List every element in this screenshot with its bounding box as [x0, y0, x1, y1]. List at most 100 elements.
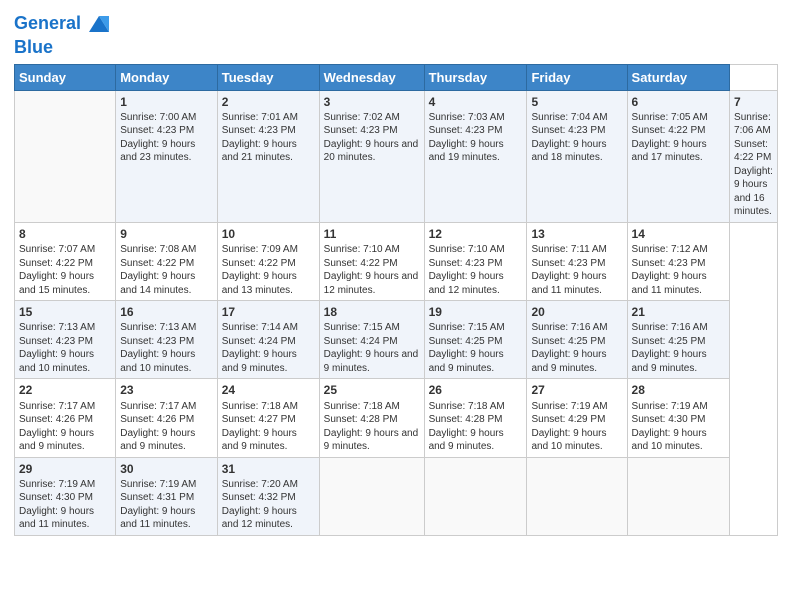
sunrise-label: Sunrise: 7:00 AM: [120, 112, 196, 123]
calendar-day-cell: 14Sunrise: 7:12 AMSunset: 4:23 PMDayligh…: [627, 222, 730, 300]
daylight-label: Daylight: 9 hours and 11 minutes.: [19, 506, 94, 531]
sunrise-label: Sunrise: 7:15 AM: [429, 322, 505, 333]
sunrise-label: Sunrise: 7:19 AM: [632, 401, 708, 412]
calendar-day-cell: [424, 457, 527, 535]
calendar-day-cell: 25Sunrise: 7:18 AMSunset: 4:28 PMDayligh…: [319, 379, 424, 457]
calendar-day-cell: 11Sunrise: 7:10 AMSunset: 4:22 PMDayligh…: [319, 222, 424, 300]
daylight-label: Daylight: 9 hours and 9 minutes.: [531, 349, 606, 374]
sunrise-label: Sunrise: 7:14 AM: [222, 322, 298, 333]
sunset-label: Sunset: 4:25 PM: [632, 336, 706, 347]
daylight-label: Daylight: 9 hours and 12 minutes.: [324, 271, 419, 296]
sunset-label: Sunset: 4:26 PM: [120, 414, 194, 425]
daylight-label: Daylight: 9 hours and 11 minutes.: [531, 271, 606, 296]
sunset-label: Sunset: 4:23 PM: [531, 125, 605, 136]
daylight-label: Daylight: 9 hours and 11 minutes.: [120, 506, 195, 531]
empty-cell: [15, 90, 116, 222]
day-number: 27: [531, 382, 622, 398]
calendar-day-header: Tuesday: [217, 64, 319, 90]
sunset-label: Sunset: 4:22 PM: [632, 125, 706, 136]
day-number: 8: [19, 226, 111, 242]
sunset-label: Sunset: 4:30 PM: [632, 414, 706, 425]
sunset-label: Sunset: 4:22 PM: [222, 258, 296, 269]
sunrise-label: Sunrise: 7:20 AM: [222, 479, 298, 490]
sunrise-label: Sunrise: 7:16 AM: [531, 322, 607, 333]
calendar-week-row: 22Sunrise: 7:17 AMSunset: 4:26 PMDayligh…: [15, 379, 778, 457]
day-number: 13: [531, 226, 622, 242]
day-number: 23: [120, 382, 213, 398]
calendar-day-cell: 6Sunrise: 7:05 AMSunset: 4:22 PMDaylight…: [627, 90, 730, 222]
day-number: 7: [734, 94, 773, 110]
sunrise-label: Sunrise: 7:07 AM: [19, 244, 95, 255]
calendar-day-cell: 18Sunrise: 7:15 AMSunset: 4:24 PMDayligh…: [319, 301, 424, 379]
sunrise-label: Sunrise: 7:06 AM: [734, 112, 771, 137]
calendar-day-cell: 31Sunrise: 7:20 AMSunset: 4:32 PMDayligh…: [217, 457, 319, 535]
day-number: 18: [324, 304, 420, 320]
day-number: 30: [120, 461, 213, 477]
sunrise-label: Sunrise: 7:19 AM: [120, 479, 196, 490]
day-number: 24: [222, 382, 315, 398]
calendar-day-cell: 30Sunrise: 7:19 AMSunset: 4:31 PMDayligh…: [116, 457, 218, 535]
sunrise-label: Sunrise: 7:19 AM: [531, 401, 607, 412]
daylight-label: Daylight: 9 hours and 17 minutes.: [632, 139, 707, 164]
calendar-day-cell: 12Sunrise: 7:10 AMSunset: 4:23 PMDayligh…: [424, 222, 527, 300]
calendar-day-header: Friday: [527, 64, 627, 90]
calendar-day-header: Thursday: [424, 64, 527, 90]
calendar-day-cell: 9Sunrise: 7:08 AMSunset: 4:22 PMDaylight…: [116, 222, 218, 300]
sunset-label: Sunset: 4:26 PM: [19, 414, 93, 425]
calendar-week-row: 29Sunrise: 7:19 AMSunset: 4:30 PMDayligh…: [15, 457, 778, 535]
daylight-label: Daylight: 9 hours and 12 minutes.: [429, 271, 504, 296]
daylight-label: Daylight: 9 hours and 18 minutes.: [531, 139, 606, 164]
calendar-day-cell: 1Sunrise: 7:00 AMSunset: 4:23 PMDaylight…: [116, 90, 218, 222]
sunset-label: Sunset: 4:28 PM: [429, 414, 503, 425]
daylight-label: Daylight: 9 hours and 23 minutes.: [120, 139, 195, 164]
daylight-label: Daylight: 9 hours and 12 minutes.: [222, 506, 297, 531]
calendar-day-cell: 26Sunrise: 7:18 AMSunset: 4:28 PMDayligh…: [424, 379, 527, 457]
calendar-day-cell: 23Sunrise: 7:17 AMSunset: 4:26 PMDayligh…: [116, 379, 218, 457]
sunrise-label: Sunrise: 7:16 AM: [632, 322, 708, 333]
sunrise-label: Sunrise: 7:19 AM: [19, 479, 95, 490]
day-number: 17: [222, 304, 315, 320]
day-number: 14: [632, 226, 726, 242]
calendar-header-row: SundayMondayTuesdayWednesdayThursdayFrid…: [15, 64, 778, 90]
calendar-day-cell: 8Sunrise: 7:07 AMSunset: 4:22 PMDaylight…: [15, 222, 116, 300]
sunset-label: Sunset: 4:23 PM: [222, 125, 296, 136]
calendar-day-cell: 10Sunrise: 7:09 AMSunset: 4:22 PMDayligh…: [217, 222, 319, 300]
daylight-label: Daylight: 9 hours and 20 minutes.: [324, 139, 419, 164]
sunset-label: Sunset: 4:29 PM: [531, 414, 605, 425]
day-number: 9: [120, 226, 213, 242]
sunset-label: Sunset: 4:22 PM: [120, 258, 194, 269]
sunset-label: Sunset: 4:23 PM: [324, 125, 398, 136]
sunrise-label: Sunrise: 7:13 AM: [120, 322, 196, 333]
calendar-week-row: 8 Sunrise: 7:07 AM Sunset: 4:22 PM Daylight…: [15, 222, 778, 300]
day-number: 10: [222, 226, 315, 242]
calendar-day-cell: 15Sunrise: 7:13 AMSunset: 4:23 PMDayligh…: [15, 301, 116, 379]
day-number: 22: [19, 382, 111, 398]
sunset-label: Sunset: 4:22 PM: [324, 258, 398, 269]
page-header: General Blue: [14, 10, 778, 58]
calendar-day-cell: [527, 457, 627, 535]
daylight-label: Daylight: 9 hours and 9 minutes.: [429, 428, 504, 453]
calendar-day-cell: 16Sunrise: 7:13 AMSunset: 4:23 PMDayligh…: [116, 301, 218, 379]
calendar-day-cell: 2Sunrise: 7:01 AMSunset: 4:23 PMDaylight…: [217, 90, 319, 222]
day-number: 15: [19, 304, 111, 320]
calendar-week-row: 15 Sunrise: 7:13 AM Sunset: 4:23 PM Dayligh…: [15, 301, 778, 379]
sunset-label: Sunset: 4:22 PM: [19, 258, 93, 269]
sunset-label: Sunset: 4:23 PM: [429, 125, 503, 136]
day-number: 12: [429, 226, 523, 242]
calendar-day-cell: 27Sunrise: 7:19 AMSunset: 4:29 PMDayligh…: [527, 379, 627, 457]
sunrise-label: Sunrise: 7:18 AM: [324, 401, 400, 412]
sunset-label: Sunset: 4:23 PM: [429, 258, 503, 269]
daylight-label: Daylight: 9 hours and 11 minutes.: [632, 271, 707, 296]
sunrise-label: Sunrise: 7:09 AM: [222, 244, 298, 255]
day-number: 20: [531, 304, 622, 320]
day-number: 2: [222, 94, 315, 110]
daylight-label: Daylight: 9 hours and 9 minutes.: [632, 349, 707, 374]
daylight-label: Daylight: 9 hours and 19 minutes.: [429, 139, 504, 164]
calendar-day-cell: 19Sunrise: 7:15 AMSunset: 4:25 PMDayligh…: [424, 301, 527, 379]
calendar-day-cell: 20Sunrise: 7:16 AMSunset: 4:25 PMDayligh…: [527, 301, 627, 379]
sunset-label: Sunset: 4:23 PM: [19, 336, 93, 347]
sunset-label: Sunset: 4:32 PM: [222, 492, 296, 503]
calendar-day-cell: 22Sunrise: 7:17 AMSunset: 4:26 PMDayligh…: [15, 379, 116, 457]
logo-text: General: [14, 14, 81, 34]
sunrise-label: Sunrise: 7:12 AM: [632, 244, 708, 255]
